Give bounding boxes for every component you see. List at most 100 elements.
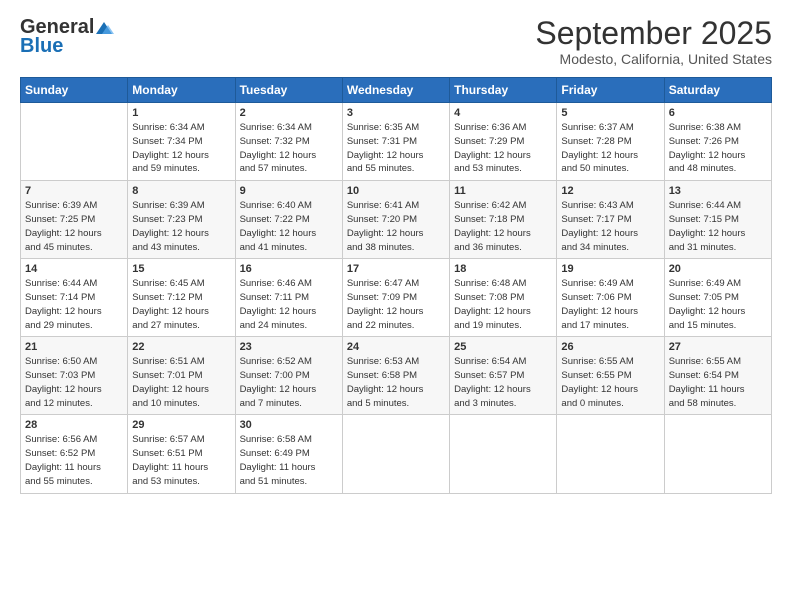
day-info-line: Sunset: 6:57 PM [454,370,524,381]
calendar-cell: 21Sunrise: 6:50 AMSunset: 7:03 PMDayligh… [21,337,128,415]
day-info-line: Sunrise: 6:34 AM [240,122,312,133]
col-monday: Monday [128,78,235,103]
day-info-line: Sunrise: 6:54 AM [454,356,526,367]
day-info-line: Daylight: 11 hours [132,462,208,473]
day-info-line: and 53 minutes. [132,476,200,487]
calendar-cell: 7 Sunrise: 6:39 AM Sunset: 7:25 PM Daylight… [21,181,128,259]
calendar-table: Sunday Monday Tuesday Wednesday Thursday… [20,77,772,493]
day-number: 11 [454,185,552,197]
day-number: 14 [25,263,123,275]
day-info-line: Sunrise: 6:49 AM [669,278,741,289]
calendar-cell: 22Sunrise: 6:51 AMSunset: 7:01 PMDayligh… [128,337,235,415]
day-info-line: Sunset: 6:55 PM [561,370,631,381]
day-info-line: Sunset: 6:58 PM [347,370,417,381]
day-info-line: and 51 minutes. [240,476,308,487]
day-info-line: Sunrise: 6:47 AM [347,278,419,289]
day-info-line: and 58 minutes. [669,398,737,409]
day-number: 13 [669,185,767,197]
day-info-line: Daylight: 12 hours [25,306,102,317]
day-number: 2 [240,107,338,119]
calendar-week-5: 28Sunrise: 6:56 AMSunset: 6:52 PMDayligh… [21,415,772,493]
day-info-line: Sunrise: 6:36 AM [454,122,526,133]
calendar-cell: 26Sunrise: 6:55 AMSunset: 6:55 PMDayligh… [557,337,664,415]
day-info-line: and 29 minutes. [25,320,93,331]
day-info-line: Sunrise: 6:51 AM [132,356,204,367]
day-info-line: Sunrise: 6:38 AM [669,122,741,133]
calendar-cell: 5Sunrise: 6:37 AMSunset: 7:28 PMDaylight… [557,103,664,181]
day-info: Sunrise: 6:40 AMSunset: 7:22 PMDaylight:… [240,199,338,254]
day-number: 29 [132,419,230,431]
day-info: Sunrise: 6:35 AMSunset: 7:31 PMDaylight:… [347,121,445,176]
logo: General Blue [20,16,116,58]
day-info-line: Sunrise: 6:39 AM [25,200,97,211]
calendar-cell: 12Sunrise: 6:43 AMSunset: 7:17 PMDayligh… [557,181,664,259]
day-info-line: Daylight: 12 hours [669,306,746,317]
day-number: 8 [132,185,230,197]
day-info-line: Sunrise: 6:44 AM [669,200,741,211]
calendar-week-1: 1Sunrise: 6:34 AMSunset: 7:34 PMDaylight… [21,103,772,181]
day-info-line: Sunset: 7:29 PM [454,136,524,147]
day-info-line: Sunset: 7:18 PM [454,214,524,225]
day-info-line: and 53 minutes. [454,163,522,174]
calendar-cell: 19 Sunrise: 6:49 AMSunset: 7:06 PMDayligh… [557,259,664,337]
day-info-line: and 24 minutes. [240,320,308,331]
day-info-line: and 38 minutes. [347,242,415,253]
day-info-line: Sunset: 7:14 PM [25,292,95,303]
calendar-cell: 1Sunrise: 6:34 AMSunset: 7:34 PMDaylight… [128,103,235,181]
day-number: 25 [454,341,552,353]
day-info-line: and 19 minutes. [454,320,522,331]
day-info-line: Sunset: 7:25 PM [25,214,95,225]
day-info: Sunrise: 6:47 AMSunset: 7:09 PMDaylight:… [347,277,445,332]
calendar-cell: 30Sunrise: 6:58 AMSunset: 6:49 PMDayligh… [235,415,342,493]
day-info-line: Daylight: 12 hours [25,228,102,239]
day-info-line: and 17 minutes. [561,320,629,331]
day-number: 7 [25,185,123,197]
day-info: Sunrise: 6:58 AMSunset: 6:49 PMDaylight:… [240,433,338,488]
calendar-cell: 2 Sunrise: 6:34 AMSunset: 7:32 PMDaylight… [235,103,342,181]
day-info-line: Sunrise: 6:44 AM [25,278,97,289]
day-info-line: Sunrise: 6:55 AM [669,356,741,367]
day-info: Sunrise: 6:53 AMSunset: 6:58 PMDaylight:… [347,355,445,410]
day-info: Sunrise: 6:52 AMSunset: 7:00 PMDaylight:… [240,355,338,410]
col-thursday: Thursday [450,78,557,103]
day-number: 19 [561,263,659,275]
calendar-cell: 29 Sunrise: 6:57 AMSunset: 6:51 PMDayligh… [128,415,235,493]
day-info-line: Daylight: 12 hours [454,384,531,395]
page: General Blue September 2025 Modesto, Cal… [0,0,792,612]
calendar-cell: 3Sunrise: 6:35 AMSunset: 7:31 PMDaylight… [342,103,449,181]
day-info: Sunrise: 6:34 AMSunset: 7:32 PMDaylight:… [240,121,338,176]
day-info: Sunrise: 6:44 AMSunset: 7:15 PMDaylight:… [669,199,767,254]
day-info-line: and 12 minutes. [25,398,93,409]
calendar-cell: 25 Sunrise: 6:54 AM Sunset: 6:57 PM Dayligh… [450,337,557,415]
subtitle: Modesto, California, United States [535,51,772,67]
calendar-cell: 15Sunrise: 6:45 AMSunset: 7:12 PMDayligh… [128,259,235,337]
day-info-line: and 15 minutes. [669,320,737,331]
day-info-line: and 0 minutes. [561,398,623,409]
day-info-line: Sunset: 7:20 PM [347,214,417,225]
col-friday: Friday [557,78,664,103]
day-info: Sunrise: 6:49 AMSunset: 7:06 PMDaylight:… [561,277,659,332]
day-info-line: Daylight: 12 hours [240,384,317,395]
calendar-week-2: 7 Sunrise: 6:39 AM Sunset: 7:25 PM Daylight… [21,181,772,259]
day-number: 10 [347,185,445,197]
day-info-line: Sunrise: 6:45 AM [132,278,204,289]
day-info-line: Daylight: 12 hours [561,150,638,161]
day-info-line: Daylight: 12 hours [454,150,531,161]
day-info-line: Sunrise: 6:39 AM [132,200,204,211]
day-info: Sunrise: 6:39 AM Sunset: 7:25 PM Daylight:… [25,199,123,254]
day-info-line: Sunrise: 6:43 AM [561,200,633,211]
day-info-line: and 34 minutes. [561,242,629,253]
day-info-line: Daylight: 12 hours [669,228,746,239]
day-info-line: Sunset: 7:17 PM [561,214,631,225]
day-info-line: Daylight: 11 hours [669,384,745,395]
day-info-line: Sunrise: 6:48 AM [454,278,526,289]
day-info-line: Sunrise: 6:37 AM [561,122,633,133]
day-info-line: Sunrise: 6:46 AM [240,278,312,289]
day-info: Sunrise: 6:57 AMSunset: 6:51 PMDaylight:… [132,433,230,488]
calendar-cell: 4Sunrise: 6:36 AMSunset: 7:29 PMDaylight… [450,103,557,181]
day-number: 21 [25,341,123,353]
day-info-line: and 59 minutes. [132,163,200,174]
calendar-cell: 11Sunrise: 6:42 AMSunset: 7:18 PMDayligh… [450,181,557,259]
calendar-cell: 16Sunrise: 6:46 AMSunset: 7:11 PMDayligh… [235,259,342,337]
day-number: 9 [240,185,338,197]
